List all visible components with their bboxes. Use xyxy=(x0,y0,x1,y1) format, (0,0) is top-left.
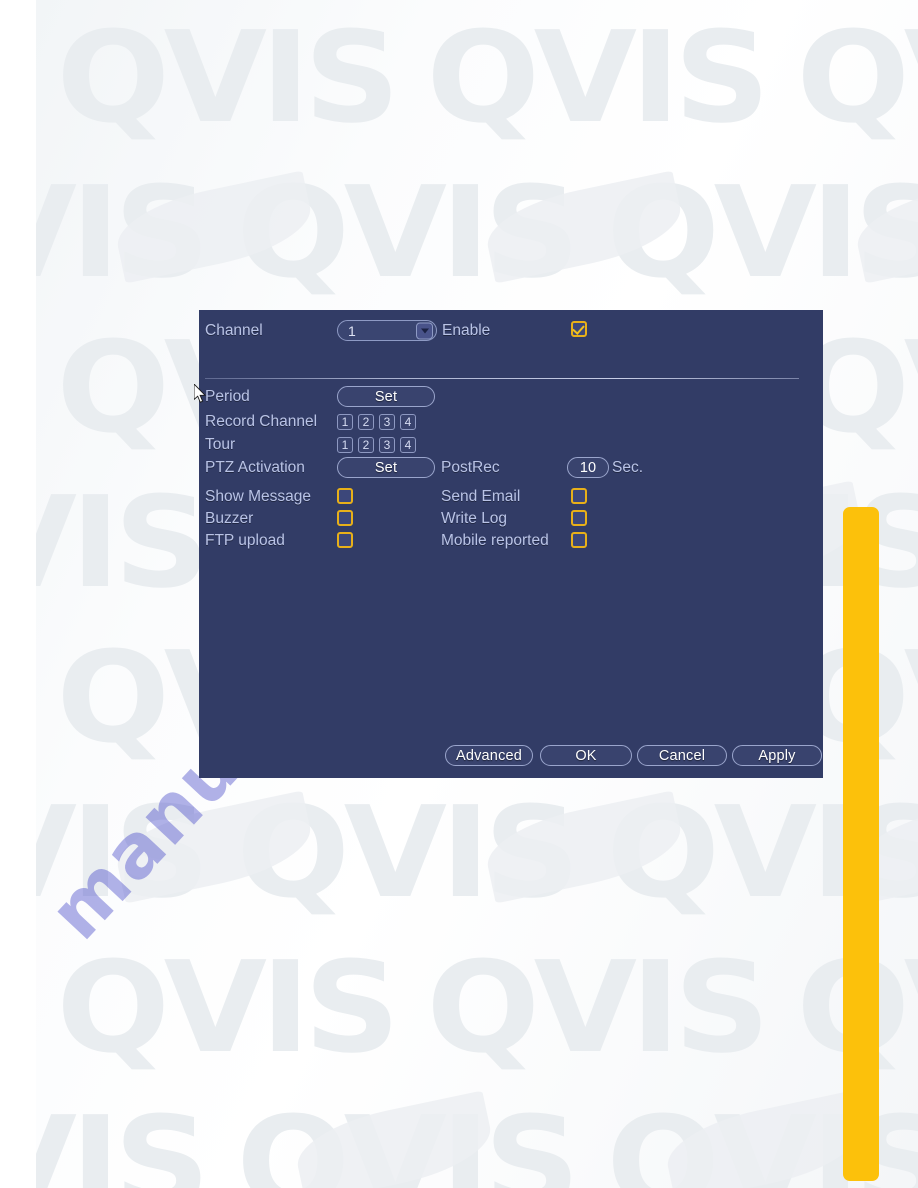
ptz-activation-label: PTZ Activation xyxy=(205,459,305,476)
postrec-unit-label: Sec. xyxy=(612,459,644,476)
send-email-checkbox[interactable] xyxy=(571,488,587,504)
ptz-activation-set-button[interactable]: Set xyxy=(337,457,435,478)
record-channel-label: Record Channel xyxy=(205,413,318,430)
ftp-upload-checkbox[interactable] xyxy=(337,532,353,548)
enable-checkbox[interactable] xyxy=(571,321,587,337)
channel-select[interactable]: 1 xyxy=(337,320,437,341)
tour-channel-3[interactable]: 3 xyxy=(379,437,395,453)
section-divider xyxy=(205,378,799,379)
leaf-decoration xyxy=(850,170,918,284)
period-set-button[interactable]: Set xyxy=(337,386,435,407)
postrec-label: PostRec xyxy=(441,459,500,476)
watermark-word: QVIS xyxy=(56,4,400,151)
mobile-reported-label: Mobile reported xyxy=(441,532,549,549)
watermark-word: QVIS xyxy=(56,934,400,1081)
watermark-word: QVIS xyxy=(796,4,918,151)
alarm-setup-dialog: Channel 1 Enable Period Set Record Chann… xyxy=(199,310,823,778)
enable-label: Enable xyxy=(442,322,491,339)
leaf-decoration xyxy=(110,790,318,904)
record-channel-2[interactable]: 2 xyxy=(358,414,374,430)
leaf-decoration xyxy=(660,1090,868,1188)
show-message-checkbox[interactable] xyxy=(337,488,353,504)
watermark-word: QVIS xyxy=(426,934,770,1081)
buzzer-label: Buzzer xyxy=(205,510,254,527)
tour-channel-4[interactable]: 4 xyxy=(400,437,416,453)
leaf-decoration xyxy=(290,1090,498,1188)
watermark-word: QVIS xyxy=(36,779,210,926)
watermark-word: QVIS xyxy=(236,1089,580,1188)
write-log-checkbox[interactable] xyxy=(571,510,587,526)
send-email-label: Send Email xyxy=(441,488,521,505)
tour-label: Tour xyxy=(205,436,236,453)
channel-select-value: 1 xyxy=(348,322,356,339)
watermark-word: QVIS xyxy=(236,779,580,926)
leaf-decoration xyxy=(480,170,688,284)
watermark-word: QVIS xyxy=(36,1089,210,1188)
show-message-label: Show Message xyxy=(205,488,311,505)
ok-button[interactable]: OK xyxy=(540,745,632,766)
advanced-button[interactable]: Advanced xyxy=(445,745,533,766)
chevron-down-icon[interactable] xyxy=(416,322,433,339)
watermark-word: QVIS xyxy=(36,469,210,616)
watermark-word: QVIS xyxy=(236,159,580,306)
cancel-button[interactable]: Cancel xyxy=(637,745,727,766)
page-edge-tab xyxy=(843,507,879,1181)
leaf-decoration xyxy=(110,170,318,284)
channel-label: Channel xyxy=(205,322,263,339)
document-page: QVIS QVIS QVIS QVIS QVIS QVIS QVIS QVIS … xyxy=(0,0,918,1188)
mobile-reported-checkbox[interactable] xyxy=(571,532,587,548)
record-channel-3[interactable]: 3 xyxy=(379,414,395,430)
watermark-word: QVIS xyxy=(426,4,770,151)
buzzer-checkbox[interactable] xyxy=(337,510,353,526)
period-label: Period xyxy=(205,388,250,405)
apply-button[interactable]: Apply xyxy=(732,745,822,766)
postrec-input[interactable]: 10 xyxy=(567,457,609,478)
tour-channel-2[interactable]: 2 xyxy=(358,437,374,453)
write-log-label: Write Log xyxy=(441,510,508,527)
watermark-word: QVIS xyxy=(36,159,210,306)
record-channel-4[interactable]: 4 xyxy=(400,414,416,430)
leaf-decoration xyxy=(480,790,688,904)
tour-channel-1[interactable]: 1 xyxy=(337,437,353,453)
record-channel-1[interactable]: 1 xyxy=(337,414,353,430)
watermark-word: QVIS xyxy=(606,159,918,306)
ftp-upload-label: FTP upload xyxy=(205,532,285,549)
